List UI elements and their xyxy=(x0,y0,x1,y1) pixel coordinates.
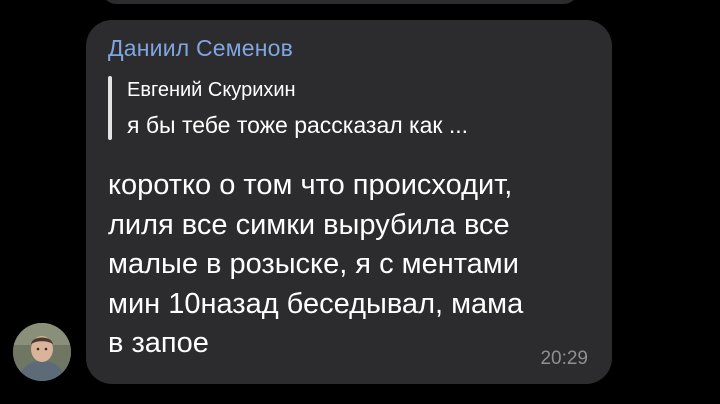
message-line: лиля все симки вырубила все xyxy=(108,208,510,241)
reply-quote-bar xyxy=(108,76,112,140)
avatar[interactable] xyxy=(13,323,71,381)
message-bubble[interactable]: Даниил Семенов Евгений Скурихин я бы теб… xyxy=(86,20,612,384)
message-line: в запое xyxy=(108,327,209,359)
sender-name[interactable]: Даниил Семенов xyxy=(108,35,293,62)
message-text: коротко о том что происходит, лиля все си… xyxy=(108,166,588,364)
message-line: коротко о том что происходит, xyxy=(108,169,513,201)
message-line: мин 10назад беседывал, мама xyxy=(108,287,524,320)
reply-quote[interactable]: Евгений Скурихин я бы тебе тоже рассказа… xyxy=(108,76,588,142)
message-line: малые в розыске, я с ментами xyxy=(108,248,519,280)
avatar-photo-icon xyxy=(13,323,71,381)
message-timestamp: 20:29 xyxy=(540,348,588,369)
reply-preview-text: я бы тебе тоже рассказал как ... xyxy=(127,112,469,138)
previous-message-bubble[interactable] xyxy=(100,0,580,4)
reply-author: Евгений Скурихин xyxy=(127,79,296,101)
